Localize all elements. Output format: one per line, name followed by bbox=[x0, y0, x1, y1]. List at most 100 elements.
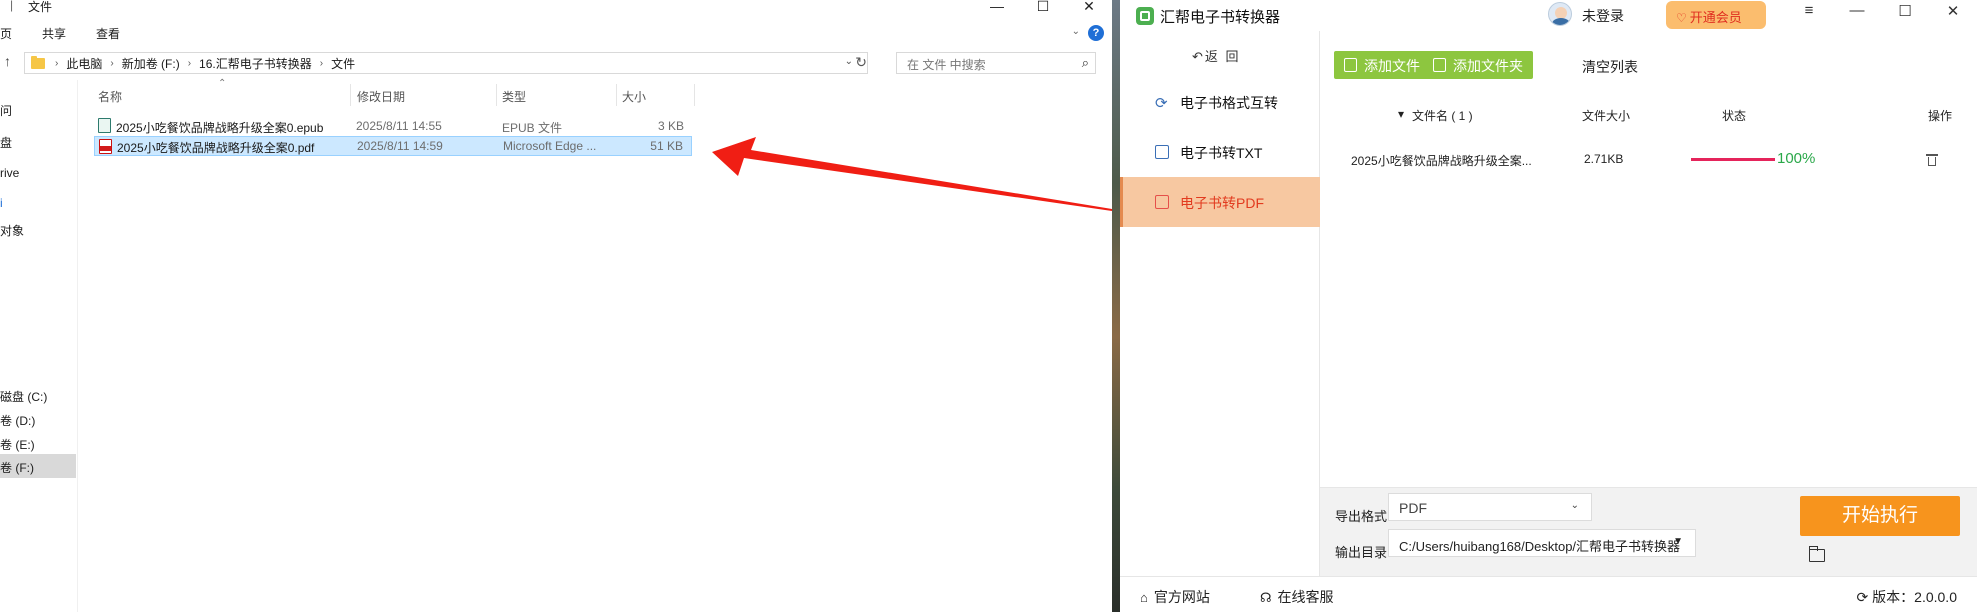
folder-open-icon[interactable] bbox=[1809, 546, 1825, 562]
breadcrumb-app-folder[interactable]: 16.汇帮电子书转换器 bbox=[199, 55, 312, 72]
nav-item-drive-c[interactable]: 磁盘 (C:) bbox=[0, 388, 47, 405]
app-sidebar: ↶返 回 ⟳ 电子书格式互转 电子书转TXT 电子书转PDF bbox=[1120, 31, 1320, 576]
column-header-status: 状态 bbox=[1722, 109, 1747, 123]
login-link[interactable]: 未登录 bbox=[1582, 6, 1624, 26]
column-header-size[interactable]: 大小 bbox=[622, 88, 646, 105]
sidebar-item-format-convert[interactable]: ⟳ 电子书格式互转 bbox=[1120, 77, 1320, 127]
nav-item-onedisk[interactable]: 盘 bbox=[0, 134, 12, 151]
file-name: 2025小吃餐饮品牌战略升级全案0.pdf bbox=[117, 141, 315, 155]
nav-item-3d-objects[interactable]: 对象 bbox=[0, 222, 24, 239]
sidebar-item-label: 电子书转PDF bbox=[1180, 195, 1264, 211]
chevron-right-icon[interactable]: › bbox=[320, 58, 323, 69]
back-label: 返 回 bbox=[1204, 49, 1241, 64]
minimize-button[interactable]: — bbox=[1833, 2, 1881, 20]
start-button[interactable]: 开始执行 bbox=[1800, 496, 1960, 536]
column-divider[interactable] bbox=[350, 84, 351, 106]
menu-icon[interactable]: ≡ bbox=[1785, 2, 1833, 20]
nav-item-drive-d[interactable]: 卷 (D:) bbox=[0, 412, 35, 429]
explorer-ribbon: 页 共享 查看 ⌄ ? bbox=[0, 22, 1112, 44]
close-button[interactable]: ✕ bbox=[1929, 2, 1977, 20]
ribbon-tab-view[interactable]: 查看 bbox=[96, 25, 120, 42]
desktop-background-strip bbox=[1112, 0, 1120, 612]
column-header-date[interactable]: 修改日期 bbox=[357, 88, 405, 105]
refresh-icon[interactable]: ↻ bbox=[855, 54, 867, 71]
nav-item-onedrive[interactable]: rive bbox=[0, 166, 19, 180]
app-logo-icon bbox=[1136, 7, 1154, 25]
version-label: 版本：2.0.0.0 bbox=[1872, 589, 1957, 605]
nav-item-drive-e[interactable]: 卷 (E:) bbox=[0, 436, 35, 453]
column-header-filesize: 文件大小 bbox=[1582, 109, 1631, 123]
navigation-pane: 问 盘 rive i 对象 磁盘 (C:) 卷 (D:) 卷 (E:) 卷 (F… bbox=[0, 80, 78, 612]
search-icon: ⌕ bbox=[1081, 55, 1089, 70]
sort-down-icon[interactable]: ▾ bbox=[1398, 107, 1404, 121]
sidebar-item-to-pdf[interactable]: 电子书转PDF bbox=[1120, 177, 1320, 227]
undo-icon: ↶ bbox=[1192, 49, 1205, 64]
file-toolbar: 添加文件 添加文件夹 清空列表 bbox=[1320, 31, 1977, 99]
caret-down-icon: ▼ bbox=[1673, 536, 1683, 547]
trash-icon[interactable] bbox=[1926, 152, 1938, 166]
breadcrumb-drive-f[interactable]: 新加卷 (F:) bbox=[122, 55, 180, 72]
chevron-down-icon[interactable]: ⌄ bbox=[845, 56, 853, 67]
chevron-down-icon: ⌄ bbox=[1570, 500, 1579, 511]
refresh-icon[interactable]: ⟳ bbox=[1857, 589, 1873, 605]
address-bar[interactable]: › 此电脑 › 新加卷 (F:) › 16.汇帮电子书转换器 › 文件 ⌄ ↻ bbox=[24, 52, 868, 74]
chevron-right-icon[interactable]: › bbox=[188, 58, 191, 69]
folder-icon bbox=[31, 55, 45, 69]
column-divider[interactable] bbox=[694, 84, 695, 106]
nav-item-quick-access[interactable]: 问 bbox=[0, 102, 12, 119]
search-input[interactable]: 在 文件 中搜索 ⌕ bbox=[896, 52, 1096, 74]
breadcrumb-files-folder[interactable]: 文件 bbox=[331, 55, 355, 72]
column-divider[interactable] bbox=[616, 84, 617, 106]
explorer-window-buttons: — ☐ ✕ bbox=[974, 0, 1112, 14]
website-link[interactable]: ⌂ 官方网站 bbox=[1140, 587, 1210, 607]
column-header-type[interactable]: 类型 bbox=[502, 88, 526, 105]
add-file-button[interactable]: 添加文件 bbox=[1334, 51, 1430, 79]
file-type: Microsoft Edge ... bbox=[503, 139, 597, 153]
minimize-button[interactable]: — bbox=[974, 0, 1020, 14]
output-dir-label: 输出目录: bbox=[1335, 545, 1391, 560]
chevron-right-icon[interactable]: › bbox=[110, 58, 113, 69]
help-icon[interactable]: ? bbox=[1088, 25, 1104, 41]
sidebar-item-label: 电子书转TXT bbox=[1180, 145, 1263, 161]
txt-doc-icon bbox=[1155, 145, 1169, 159]
file-row-selected[interactable]: 2025小吃餐饮品牌战略升级全案0.pdf 2025/8/11 14:59 Mi… bbox=[94, 136, 692, 156]
chevron-right-icon[interactable]: › bbox=[55, 58, 58, 69]
file-row[interactable]: 2025小吃餐饮品牌战略升级全案0.epub 2025/8/11 14:55 E… bbox=[94, 116, 692, 136]
ribbon-tab-share[interactable]: 共享 bbox=[42, 25, 66, 42]
file-size: 51 KB bbox=[650, 139, 683, 153]
file-list-header: ⌃ 名称 修改日期 类型 大小 bbox=[94, 78, 695, 106]
export-format-select[interactable]: PDF ⌄ bbox=[1388, 493, 1592, 521]
nav-item-this-pc[interactable]: i bbox=[0, 196, 3, 210]
app-statusbar: ⌂ 官方网站 ☊ 在线客服 ⟳ 版本：2.0.0.0 bbox=[1120, 576, 1977, 612]
clear-list-button[interactable]: 清空列表 bbox=[1582, 57, 1638, 77]
file-table-header: ▾ 文件名 ( 1 ) 文件大小 状态 操作 bbox=[1320, 100, 1977, 132]
column-divider[interactable] bbox=[496, 84, 497, 106]
service-link[interactable]: ☊ 在线客服 bbox=[1260, 587, 1334, 607]
sidebar-item-to-txt[interactable]: 电子书转TXT bbox=[1120, 127, 1320, 177]
back-button[interactable]: ↶返 回 bbox=[1192, 46, 1241, 65]
breadcrumb-this-pc[interactable]: 此电脑 bbox=[66, 55, 102, 72]
diamond-icon: ♡ bbox=[1676, 11, 1687, 25]
explorer-titlebar: | 文件 — ☐ ✕ bbox=[0, 0, 1112, 16]
file-size: 3 KB bbox=[657, 119, 684, 133]
add-folder-button[interactable]: 添加文件夹 bbox=[1423, 51, 1533, 79]
maximize-button[interactable]: ☐ bbox=[1881, 2, 1929, 20]
chevron-down-icon[interactable]: ⌄ bbox=[1072, 26, 1080, 37]
progress-bar bbox=[1691, 158, 1775, 161]
output-dir-select[interactable]: C:/Users/huibang168/Desktop/汇帮电子书转换器 ▼ bbox=[1388, 529, 1696, 557]
maximize-button[interactable]: ☐ bbox=[1020, 0, 1066, 14]
explorer-title: 文件 bbox=[28, 0, 53, 14]
column-header-filename[interactable]: 文件名 ( 1 ) bbox=[1412, 107, 1473, 124]
table-row[interactable]: 2025小吃餐饮品牌战略升级全案... 2.71KB 100% bbox=[1320, 140, 1977, 180]
search-placeholder: 在 文件 中搜索 bbox=[907, 58, 986, 72]
ribbon-tab-home[interactable]: 页 bbox=[0, 25, 12, 42]
up-arrow-icon[interactable]: ↑ bbox=[4, 53, 11, 69]
output-dir-value: C:/Users/huibang168/Desktop/汇帮电子书转换器 bbox=[1399, 539, 1681, 554]
column-header-name[interactable]: 名称 bbox=[98, 88, 122, 105]
close-button[interactable]: ✕ bbox=[1066, 0, 1112, 14]
add-file-label: 添加文件 bbox=[1364, 58, 1420, 74]
avatar[interactable] bbox=[1548, 2, 1572, 26]
nav-item-drive-f[interactable]: 卷 (F:) bbox=[0, 454, 76, 478]
vip-button[interactable]: ♡ 开通会员 bbox=[1666, 1, 1766, 29]
file-date: 2025/8/11 14:55 bbox=[356, 119, 442, 133]
